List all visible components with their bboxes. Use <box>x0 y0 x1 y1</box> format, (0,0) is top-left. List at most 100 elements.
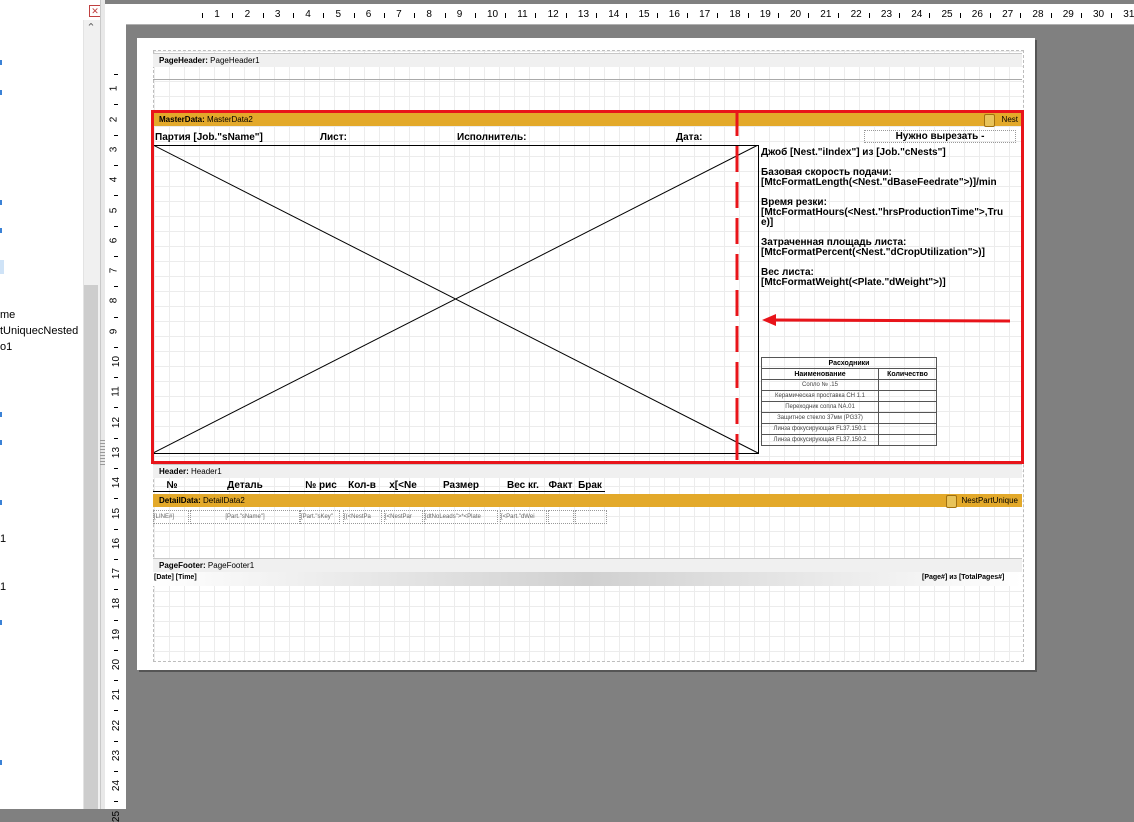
ruler-label: 14 <box>111 477 123 489</box>
ruler-tick <box>1080 13 1082 18</box>
ruler-label: 31 <box>1123 9 1134 20</box>
ruler-label: 5 <box>108 207 120 213</box>
database-icon <box>946 495 957 508</box>
ruler-tick <box>505 13 507 18</box>
tree-item[interactable]: o1 <box>0 341 12 353</box>
arrow-line <box>773 318 1011 323</box>
ruler-tick <box>114 498 118 500</box>
ruler-label: 18 <box>111 598 123 610</box>
tree-scrollbar-thumb[interactable] <box>84 285 98 809</box>
ruler-tick <box>114 528 118 530</box>
ruler-label: 11 <box>110 386 122 397</box>
tree-item[interactable]: 1 <box>0 533 6 545</box>
detail-part-key-cell[interactable]: [Part."sKey" <box>300 510 340 524</box>
ruler-label: 17 <box>699 9 711 20</box>
ruler-label: 21 <box>820 9 832 20</box>
detail-weight-cell[interactable]: [<Part."dWei <box>500 510 547 524</box>
band-name: PageHeader1 <box>210 56 260 65</box>
ruler-label: 14 <box>608 9 620 20</box>
tree-marker <box>0 500 2 505</box>
ruler-label: 12 <box>547 9 559 20</box>
ruler-tick <box>114 649 118 651</box>
ruler-tick <box>656 13 658 18</box>
ruler-tick <box>1050 13 1052 18</box>
ruler-label: 25 <box>111 810 123 822</box>
ruler-tick <box>868 13 870 18</box>
ruler-tick <box>535 13 537 18</box>
tree-selection <box>0 260 4 274</box>
ruler-tick <box>202 13 204 18</box>
ruler-label: 24 <box>911 9 923 20</box>
footer-date-time[interactable]: [Date] [Time] <box>154 574 197 581</box>
detail-nest-cell[interactable]: [<NestPar <box>384 510 423 524</box>
ruler-label: 2 <box>108 116 120 122</box>
ruler-tick <box>808 13 810 18</box>
ruler-label: 4 <box>305 9 311 20</box>
col-quantity[interactable]: Кол-в <box>343 480 381 491</box>
ruler-tick <box>114 468 118 470</box>
footer-page-number[interactable]: [Page#] из [TotalPages#] <box>922 574 1004 581</box>
page-footer-band[interactable]: PageFooter: PageFooter1 <box>153 558 1022 572</box>
tree-marker <box>0 620 2 625</box>
tree-marker <box>0 200 2 205</box>
band-name: PageFooter1 <box>207 561 255 570</box>
detail-fact-cell[interactable] <box>548 510 574 524</box>
ruler-tick <box>114 134 118 136</box>
detail-part-name-cell[interactable]: [Part."sName"] <box>190 510 300 524</box>
ruler-label: 3 <box>108 146 120 153</box>
ruler-tick <box>114 255 118 257</box>
detail-defect-cell[interactable] <box>575 510 607 524</box>
ruler-tick <box>114 589 118 591</box>
detail-data-band[interactable]: DetailData: DetailData2 NestPartUnique <box>153 494 1022 507</box>
ruler-label: 10 <box>111 355 123 368</box>
ruler-tick <box>747 13 749 18</box>
ruler-label: 17 <box>111 568 123 580</box>
col-part[interactable]: Деталь <box>190 480 300 491</box>
tree-item[interactable]: me <box>0 309 15 321</box>
tree-item[interactable]: 1 <box>0 581 6 593</box>
ruler-label: 15 <box>638 9 650 20</box>
header-band[interactable]: Header: Header1 <box>153 464 1022 478</box>
ruler-label: 18 <box>729 9 741 20</box>
col-number[interactable]: № <box>155 480 189 491</box>
band-divider <box>153 79 1022 80</box>
ruler-tick <box>114 377 118 379</box>
tree-marker <box>0 60 2 65</box>
ruler-tick <box>1020 13 1022 18</box>
ruler-tick <box>232 13 234 18</box>
tree-item[interactable]: tUniquecNested <box>0 325 78 337</box>
detail-size-cell[interactable]: [dtNoLeads">*<Plate <box>424 510 498 524</box>
col-defect[interactable]: Брак <box>575 480 605 491</box>
col-size[interactable]: Размер <box>424 480 498 491</box>
ruler-tick <box>717 13 719 18</box>
band-name: Header1 <box>191 467 222 476</box>
ruler-label: 13 <box>111 446 123 458</box>
detail-quantity-cell[interactable]: [(<NestPa <box>343 510 382 524</box>
ruler-label: 12 <box>111 416 123 428</box>
col-fact[interactable]: Факт <box>548 480 573 491</box>
tree-marker <box>0 90 2 95</box>
page-header-band[interactable]: PageHeader: PageHeader1 <box>153 53 1022 67</box>
ruler-label: 16 <box>668 9 680 20</box>
ruler-tick <box>929 13 931 18</box>
ruler-tick <box>114 316 118 318</box>
ruler-tick <box>899 13 901 18</box>
col-x-nest[interactable]: х[<Ne <box>384 480 422 491</box>
scroll-up-icon[interactable]: ⌃ <box>84 20 98 36</box>
band-name: DetailData2 <box>203 496 245 505</box>
ruler-tick <box>959 13 961 18</box>
col-weight[interactable]: Вес кг. <box>500 480 546 491</box>
ruler-tick <box>777 13 779 18</box>
ruler-label: 30 <box>1093 9 1105 20</box>
ruler-label: 7 <box>396 9 402 20</box>
ruler-label: 2 <box>244 9 251 20</box>
detail-line-cell[interactable]: [LINE#] <box>153 510 189 524</box>
annotation-arrow-overlay <box>735 110 1011 462</box>
ruler-tick <box>626 13 628 18</box>
ruler-label: 10 <box>487 9 499 20</box>
footer-shade <box>153 572 1022 586</box>
col-drawing[interactable]: № рис <box>302 480 340 491</box>
ruler-tick <box>565 13 567 18</box>
ruler-label: 25 <box>941 9 953 20</box>
ruler-label: 8 <box>426 9 432 20</box>
